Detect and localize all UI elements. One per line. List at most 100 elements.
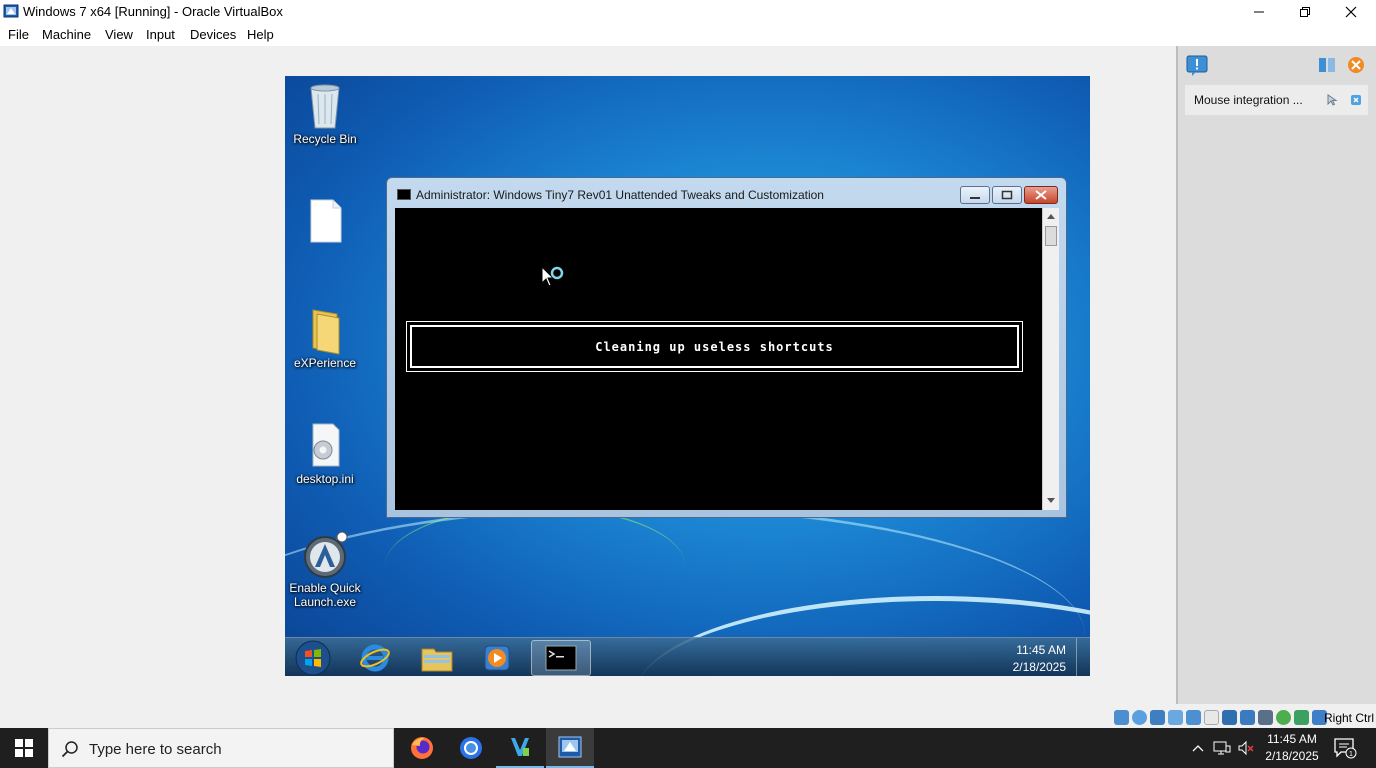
host-taskbar: Type here to search 11:45 AM 2/18/2025 1 — [0, 728, 1376, 768]
restore-button[interactable] — [1282, 0, 1328, 24]
start-orb-icon — [295, 640, 331, 676]
host-time: 11:45 AM — [1267, 732, 1317, 746]
guest-taskbar-media-player[interactable] — [469, 640, 525, 676]
scroll-thumb[interactable] — [1045, 226, 1057, 246]
display-icon[interactable] — [1222, 710, 1237, 725]
host-clock[interactable]: 11:45 AM 2/18/2025 — [1258, 731, 1326, 765]
virtualbox-app-icon — [3, 4, 19, 18]
guest-taskbar-explorer[interactable] — [409, 640, 465, 676]
search-box[interactable]: Type here to search — [48, 728, 394, 768]
desktop-icon-label: Enable Quick Launch.exe — [289, 581, 361, 609]
network-icon[interactable] — [1168, 710, 1183, 725]
search-placeholder: Type here to search — [89, 741, 222, 758]
minimize-icon — [970, 197, 980, 199]
vm-status-bar: Right Ctrl — [1110, 708, 1376, 728]
scroll-up-icon[interactable] — [1046, 212, 1056, 220]
action-center-button[interactable]: 1 — [1328, 728, 1362, 768]
folder-icon — [312, 309, 340, 355]
menu-view[interactable]: View — [105, 27, 133, 42]
notification-center-icon[interactable] — [1186, 55, 1208, 77]
host-date: 2/18/2025 — [1265, 749, 1319, 763]
notification-panel: Mouse integration ... — [1176, 46, 1376, 704]
console-maximize-button[interactable] — [992, 186, 1022, 204]
volume-tray[interactable] — [1235, 728, 1257, 768]
console-scrollbar[interactable] — [1042, 208, 1059, 510]
desktop-icon-desktop-ini[interactable]: desktop.ini — [285, 422, 370, 486]
status-message-box: Cleaning up useless shortcuts — [406, 321, 1023, 372]
console-window[interactable]: Administrator: Windows Tiny7 Rev01 Unatt… — [386, 177, 1067, 518]
console-output[interactable]: Cleaning up useless shortcuts — [395, 208, 1042, 510]
recording-icon[interactable] — [1240, 710, 1255, 725]
minimize-button[interactable] — [1236, 0, 1282, 24]
menu-file[interactable]: File — [8, 27, 29, 42]
network-icon — [1213, 741, 1231, 755]
desktop-icon-label: Recycle Bin — [293, 132, 357, 146]
chrome-icon — [460, 737, 482, 759]
minimize-icon — [1254, 11, 1264, 13]
vscode-icon — [511, 738, 529, 756]
close-icon — [1345, 6, 1357, 18]
quick-launch-icon — [304, 531, 348, 578]
volume-muted-icon — [1238, 740, 1254, 756]
audio-icon[interactable] — [1150, 710, 1165, 725]
host-key-label: Right Ctrl — [1324, 711, 1375, 725]
optical-drive-icon[interactable] — [1132, 710, 1147, 725]
window-title: Windows 7 x64 [Running] - Oracle Virtual… — [23, 4, 283, 19]
show-hidden-icons-button[interactable] — [1188, 728, 1208, 768]
taskbar-chrome[interactable] — [447, 728, 495, 768]
menu-devices[interactable]: Devices — [190, 27, 236, 42]
guest-date: 2/18/2025 — [1012, 660, 1066, 674]
title-bar: Windows 7 x64 [Running] - Oracle Virtual… — [0, 0, 1376, 24]
virtualbox-window: Windows 7 x64 [Running] - Oracle Virtual… — [0, 0, 1376, 728]
desktop-icon-label: desktop.ini — [296, 472, 354, 486]
host-start-button[interactable] — [0, 728, 48, 768]
recycle-bin-icon — [310, 84, 340, 129]
wallpaper-swoosh — [385, 506, 685, 626]
guest-taskbar-ie[interactable] — [347, 640, 403, 676]
guest-screen[interactable]: Recycle Bin eXPerience desktop.ini Enabl… — [285, 76, 1090, 676]
taskbar-virtualbox[interactable] — [546, 728, 594, 768]
dismiss-notification-icon[interactable] — [1349, 93, 1363, 107]
toggle-notifications-icon[interactable] — [1317, 55, 1337, 75]
usb-icon[interactable] — [1186, 710, 1201, 725]
mouse-integration-status-icon[interactable] — [1294, 710, 1309, 725]
mouse-integration-icon[interactable] — [1326, 93, 1340, 107]
menu-machine[interactable]: Machine — [42, 27, 91, 42]
guest-time: 11:45 AM — [1016, 643, 1066, 657]
close-all-notifications-icon[interactable] — [1346, 55, 1366, 75]
busy-cursor-icon — [541, 266, 564, 287]
internet-explorer-icon — [360, 644, 390, 672]
close-button[interactable] — [1328, 0, 1374, 24]
virtualization-icon[interactable] — [1276, 710, 1291, 725]
menu-bar: File Machine View Input Devices Help — [0, 24, 1376, 46]
desktop-icon-enable-quick-launch[interactable]: Enable Quick Launch.exe — [285, 531, 370, 609]
guest-taskbar-cmd[interactable] — [531, 640, 591, 676]
media-player-icon — [484, 645, 510, 671]
scroll-down-icon[interactable] — [1046, 496, 1056, 504]
restore-icon — [1300, 7, 1310, 17]
menu-help[interactable]: Help — [247, 27, 274, 42]
hard-disk-icon[interactable] — [1114, 710, 1129, 725]
desktop-icon-recycle-bin[interactable]: Recycle Bin — [285, 82, 370, 146]
cmd-icon — [545, 645, 577, 671]
show-desktop-button[interactable] — [1076, 638, 1090, 676]
console-minimize-button[interactable] — [960, 186, 990, 204]
guest-clock[interactable]: 11:45 AM 2/18/2025 — [1013, 642, 1066, 676]
desktop-icon-file[interactable] — [285, 198, 370, 248]
notifications-icon: 1 — [1334, 738, 1357, 759]
taskbar-firefox[interactable] — [398, 728, 446, 768]
desktop-icon-experience[interactable]: eXPerience — [285, 306, 370, 370]
close-icon — [1035, 190, 1047, 200]
menu-input[interactable]: Input — [146, 27, 175, 42]
notification-count: 1 — [1349, 751, 1353, 758]
notification-item[interactable]: Mouse integration ... — [1185, 85, 1368, 115]
chevron-up-icon — [1192, 745, 1204, 752]
console-close-button[interactable] — [1024, 186, 1058, 204]
network-tray[interactable] — [1211, 728, 1233, 768]
taskbar-vscode[interactable] — [496, 728, 544, 768]
guest-start-button[interactable] — [285, 640, 341, 676]
cpu-icon[interactable] — [1258, 710, 1273, 725]
guest-taskbar: 11:45 AM 2/18/2025 — [285, 637, 1090, 676]
shared-folders-icon[interactable] — [1204, 710, 1219, 725]
windows-logo-icon — [15, 739, 33, 757]
